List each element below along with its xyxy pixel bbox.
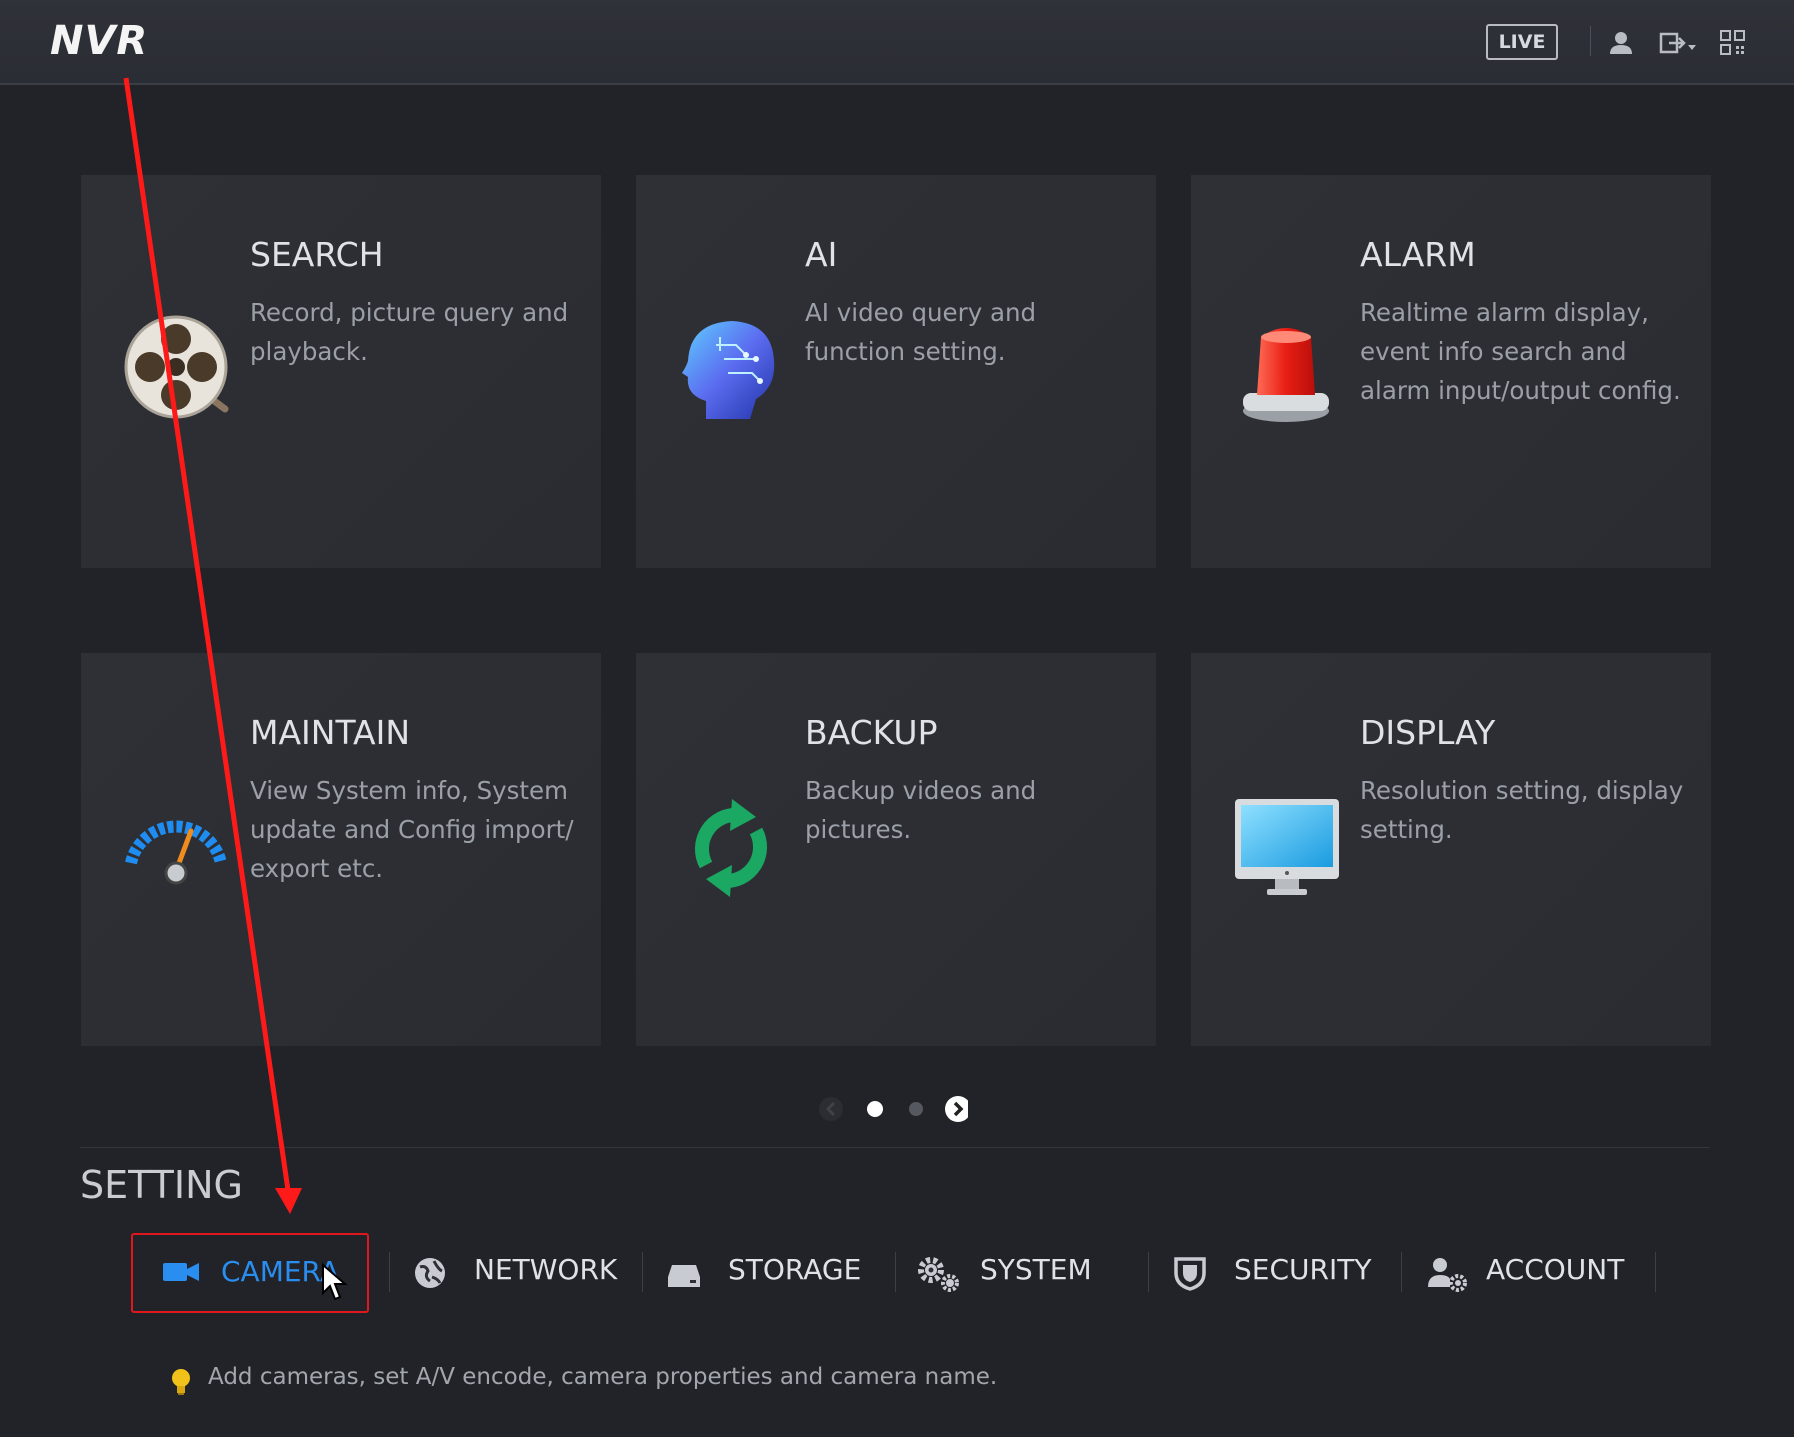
tab-divider — [1655, 1252, 1656, 1292]
next-page-icon[interactable] — [945, 1096, 968, 1122]
logout-icon[interactable] — [1658, 28, 1698, 58]
film-reel-icon — [124, 315, 229, 419]
backup-card[interactable]: BACKUP Backup videos and pictures. — [636, 653, 1156, 1046]
page-dot-2[interactable] — [909, 1102, 923, 1116]
tab-camera[interactable]: CAMERA — [131, 1233, 369, 1313]
alarm-card[interactable]: ALARM Realtime alarm display, event info… — [1191, 175, 1711, 568]
tab-account[interactable]: ACCOUNT — [1424, 1233, 1654, 1309]
tab-divider — [642, 1252, 643, 1292]
card-description: View System info, System update and Conf… — [250, 776, 574, 883]
top-bar: NVR LIVE — [0, 0, 1794, 85]
ai-card[interactable]: AI AI video query and function setting. — [636, 175, 1156, 568]
shield-icon — [1174, 1257, 1206, 1291]
mouse-cursor-icon — [322, 1263, 348, 1301]
live-button[interactable]: LIVE — [1486, 24, 1558, 60]
display-card[interactable]: DISPLAY Resolution setting, display sett… — [1191, 653, 1711, 1046]
card-description: Backup videos and pictures. — [805, 776, 1037, 844]
monitor-icon — [1235, 799, 1339, 895]
video-camera-icon — [163, 1263, 199, 1281]
tab-label: SYSTEM — [980, 1253, 1092, 1286]
tab-label: SECURITY — [1234, 1253, 1372, 1286]
tab-security[interactable]: SECURITY — [1170, 1233, 1400, 1309]
tab-storage[interactable]: STORAGE — [664, 1233, 894, 1309]
card-description: AI video query and function setting. — [805, 298, 1037, 366]
card-title: BACKUP — [805, 713, 938, 752]
setting-title: SETTING — [80, 1163, 243, 1207]
card-description: Record, picture query and playback. — [250, 298, 569, 366]
card-description: Resolution setting, display setting. — [1360, 776, 1684, 844]
gears-icon — [918, 1257, 959, 1292]
hint-text: Add cameras, set A/V encode, camera prop… — [208, 1364, 998, 1390]
user-gear-icon — [1428, 1258, 1467, 1292]
tab-label: ACCOUNT — [1486, 1253, 1625, 1286]
card-description: Realtime alarm display, event info searc… — [1360, 298, 1681, 405]
search-card[interactable]: SEARCH Record, picture query and playbac… — [81, 175, 601, 568]
toolbar-divider — [1590, 26, 1591, 56]
prev-page-icon[interactable] — [819, 1097, 843, 1121]
tab-divider — [389, 1252, 390, 1292]
page-dot-1[interactable] — [867, 1101, 883, 1117]
tab-label: STORAGE — [728, 1253, 862, 1286]
qr-code-icon[interactable] — [1718, 28, 1748, 58]
tab-divider — [1148, 1252, 1149, 1292]
tab-divider — [895, 1252, 896, 1292]
card-title: MAINTAIN — [250, 713, 411, 752]
nvr-logo: NVR — [50, 18, 149, 64]
tab-label: NETWORK — [474, 1253, 618, 1286]
section-divider — [80, 1147, 1710, 1148]
tab-system[interactable]: SYSTEM — [914, 1233, 1144, 1309]
globe-icon — [415, 1258, 445, 1288]
tab-divider — [1401, 1252, 1402, 1292]
alarm-light-icon — [1243, 328, 1329, 422]
pager — [819, 1096, 968, 1122]
card-title: AI — [805, 235, 838, 274]
maintain-card[interactable]: MAINTAIN View System info, System update… — [81, 653, 601, 1046]
tab-network[interactable]: NETWORK — [410, 1233, 640, 1309]
card-title: DISPLAY — [1360, 713, 1496, 752]
lightbulb-icon — [172, 1369, 190, 1395]
card-title: ALARM — [1360, 235, 1476, 274]
card-title: SEARCH — [250, 235, 384, 274]
gauge-icon — [125, 820, 227, 885]
refresh-arrows-icon — [695, 799, 767, 897]
hard-drive-icon — [668, 1265, 700, 1287]
ai-head-icon — [682, 321, 775, 419]
user-icon[interactable] — [1606, 28, 1636, 58]
